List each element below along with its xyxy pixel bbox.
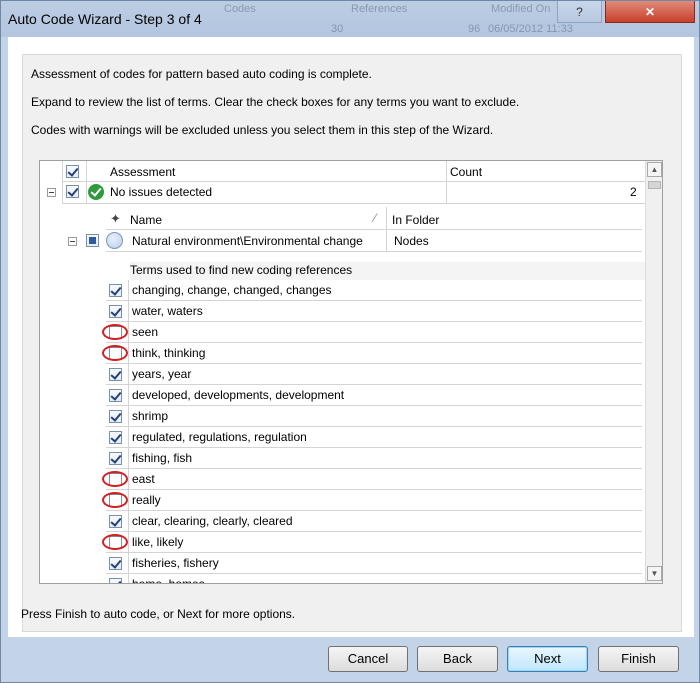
- term-label: regulated, regulations, regulation: [132, 430, 307, 444]
- term-label: home, homes: [132, 577, 205, 584]
- pin-icon[interactable]: ✦: [110, 211, 121, 227]
- term-label: developed, developments, development: [132, 388, 345, 402]
- assessment-checkbox[interactable]: [66, 185, 79, 198]
- term-row-divider: [106, 363, 642, 364]
- term-row-divider: [106, 447, 642, 448]
- term-checkbox[interactable]: [109, 557, 122, 570]
- no-issues-check-icon: [88, 184, 104, 200]
- term-label: shrimp: [132, 409, 169, 423]
- background-bleed: Codes References Modified On 30 96 06/05…: [196, 1, 586, 37]
- assessment-column-header[interactable]: Assessment: [110, 165, 175, 179]
- term-checkbox[interactable]: [109, 515, 122, 528]
- highlight-ring: [102, 534, 128, 550]
- highlight-ring: [102, 324, 128, 340]
- name-column-header[interactable]: Name: [130, 213, 162, 227]
- node-name[interactable]: Natural environment\Environmental change: [132, 234, 363, 248]
- term-row-divider: [106, 426, 642, 427]
- node-checkbox[interactable]: [86, 234, 99, 247]
- highlight-ring: [102, 345, 128, 361]
- term-row-divider: [106, 342, 642, 343]
- bleed-codes: Codes: [224, 3, 256, 15]
- term-row-divider: [106, 300, 642, 301]
- term-row-divider: [106, 552, 642, 553]
- term-label: fisheries, fishery: [132, 556, 219, 570]
- bleed-modified: Modified On: [491, 3, 551, 15]
- term-row-divider: [106, 468, 642, 469]
- term-label: water, waters: [132, 304, 203, 318]
- title-bar: Auto Code Wizard - Step 3 of 4 Codes Ref…: [1, 1, 699, 37]
- term-row-divider: [106, 573, 642, 574]
- bleed-refs: 96: [468, 23, 481, 35]
- back-button[interactable]: Back: [417, 646, 498, 672]
- term-row-divider: [106, 384, 642, 385]
- term-checkbox[interactable]: [109, 578, 122, 583]
- bleed-date: 06/05/2012 11:33: [488, 23, 573, 35]
- help-button[interactable]: ?: [557, 1, 602, 23]
- term-row-divider: [106, 510, 642, 511]
- term-checkbox[interactable]: [109, 368, 122, 381]
- term-checkbox[interactable]: [109, 305, 122, 318]
- highlight-ring: [102, 471, 128, 487]
- term-label: clear, clearing, clearly, cleared: [132, 514, 293, 528]
- close-button[interactable]: ✕: [605, 1, 695, 23]
- bleed-references: References: [351, 3, 408, 15]
- term-label: seen: [132, 325, 159, 339]
- collapse-node-expander[interactable]: [68, 237, 77, 246]
- assessment-grid: Assessment Count No issues detected 2 ✦ …: [39, 160, 663, 584]
- term-label: really: [132, 493, 161, 507]
- count-column-header[interactable]: Count: [450, 165, 482, 179]
- intro-line-2: Expand to review the list of terms. Clea…: [31, 95, 520, 109]
- in-folder-column-header[interactable]: In Folder: [392, 213, 439, 227]
- next-button[interactable]: Next: [507, 646, 588, 672]
- node-folder: Nodes: [394, 234, 429, 248]
- vertical-scrollbar[interactable]: ▲ ▼: [645, 161, 662, 583]
- term-label: years, year: [132, 367, 192, 381]
- term-row-divider: [106, 531, 642, 532]
- term-label: east: [132, 472, 155, 486]
- term-checkbox[interactable]: [109, 410, 122, 423]
- cancel-button[interactable]: Cancel: [328, 646, 408, 672]
- footer-hint: Press Finish to auto code, or Next for m…: [21, 607, 296, 621]
- assessment-label: No issues detected: [110, 185, 213, 199]
- select-all-checkbox[interactable]: [66, 165, 79, 178]
- term-row-divider: [106, 489, 642, 490]
- assessment-count: 2: [630, 185, 637, 199]
- intro-line-1: Assessment of codes for pattern based au…: [31, 67, 372, 81]
- term-label: changing, change, changed, changes: [132, 283, 332, 297]
- sort-icon: ⁄: [374, 211, 377, 225]
- term-row-divider: [106, 321, 642, 322]
- auto-code-wizard-window: Auto Code Wizard - Step 3 of 4 Codes Ref…: [0, 0, 700, 683]
- window-title: Auto Code Wizard - Step 3 of 4: [8, 11, 202, 27]
- collapse-assessment-expander[interactable]: [47, 188, 56, 197]
- term-checkbox[interactable]: [109, 452, 122, 465]
- term-row-divider: [106, 405, 642, 406]
- highlight-ring: [102, 492, 128, 508]
- term-checkbox[interactable]: [109, 431, 122, 444]
- node-icon: [106, 232, 123, 249]
- scroll-up-button[interactable]: ▲: [647, 162, 662, 177]
- finish-button[interactable]: Finish: [598, 646, 679, 672]
- intro-line-3: Codes with warnings will be excluded unl…: [31, 123, 494, 137]
- terms-header: Terms used to find new coding references: [130, 263, 353, 277]
- scroll-down-button[interactable]: ▼: [647, 566, 662, 581]
- term-label: like, likely: [132, 535, 184, 549]
- term-checkbox[interactable]: [109, 389, 122, 402]
- term-checkbox[interactable]: [109, 284, 122, 297]
- term-label: fishing, fish: [132, 451, 193, 465]
- scroll-thumb[interactable]: [648, 181, 661, 189]
- term-label: think, thinking: [132, 346, 206, 360]
- bleed-count: 30: [331, 23, 344, 35]
